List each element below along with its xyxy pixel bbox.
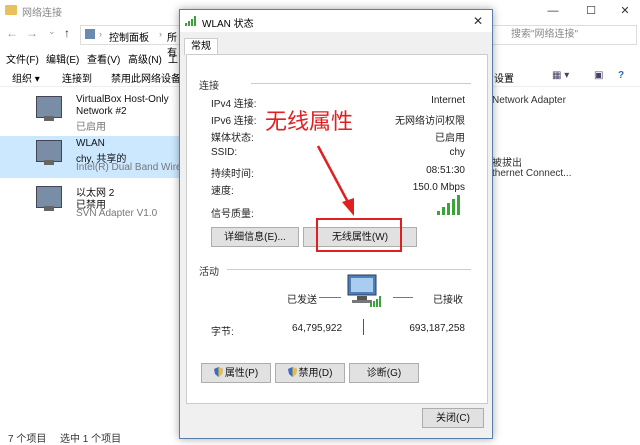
address-input[interactable]: › 控制面板 › 所有 (80, 25, 182, 59)
ipv6-value: 无网络访问权限 (395, 116, 465, 127)
signal-bar (452, 199, 455, 215)
signal-bar (442, 207, 445, 215)
signal-bar (457, 195, 460, 215)
network-computer-icon (347, 274, 381, 307)
tab-general[interactable]: 常规 (184, 38, 218, 55)
media-state-label: 媒体状态: (211, 133, 254, 144)
folder-icon (5, 5, 17, 15)
adapter-ethernet2[interactable]: 以太网 2 已禁用 SVN Adapter V1.0 (0, 182, 185, 224)
maximize-button[interactable]: ☐ (578, 2, 604, 20)
adapter-virtualbox[interactable]: VirtualBox Host-Only Network #2 已启用 (0, 92, 185, 134)
settings-button[interactable]: 设置 (494, 70, 514, 85)
shield-icon (287, 367, 297, 377)
adapter-wlan[interactable]: WLAN chy, 共享的 Intel(R) Dual Band Wirel (0, 136, 185, 178)
connect-button[interactable]: 连接到 (62, 70, 92, 85)
sent-label: 已发送 (287, 295, 317, 306)
connection-header: 连接 (199, 81, 219, 92)
adapter-description: thernet Connect... (492, 168, 572, 179)
search-input[interactable]: 搜索"网络连接" (490, 25, 637, 45)
bytes-sent-value: 64,795,922 (292, 323, 343, 334)
close-button[interactable]: ✕ (612, 2, 638, 20)
disable-device-button[interactable]: 禁用此网络设备 (111, 70, 181, 85)
duration-value: 08:51:30 (426, 165, 465, 176)
back-icon[interactable]: ← (6, 26, 18, 40)
bytes-received-value: 693,187,258 (409, 323, 465, 334)
signal-bar (447, 203, 450, 215)
view-options-icon[interactable]: ▦ ▾ (552, 70, 569, 81)
close-icon[interactable]: ✕ (470, 13, 486, 29)
dialog-titlebar: WLAN 状态 ✕ (180, 10, 492, 32)
details-button[interactable]: 详细信息(E)... (211, 227, 299, 247)
menu-tools[interactable]: 工 (168, 51, 178, 66)
menu-file[interactable]: 文件(F) (6, 51, 39, 66)
annotation-label: 无线属性 (265, 109, 354, 134)
disable-button[interactable]: 禁用(D) (275, 363, 345, 383)
menu-edit[interactable]: 编辑(E) (46, 51, 79, 66)
selected-count: 选中 1 个项目 (60, 434, 122, 445)
network-adapter-icon (36, 186, 62, 208)
adapter-status: 被拔出 (492, 158, 522, 169)
chevron-down-icon[interactable]: ⌄ (48, 26, 56, 37)
diagnose-button[interactable]: 诊断(G) (349, 363, 419, 383)
ssid-value: chy (449, 147, 465, 158)
duration-label: 持续时间: (211, 169, 254, 180)
explorer-title: 网络连接 (22, 8, 62, 19)
minimize-button[interactable]: — (540, 2, 566, 20)
bytes-label: 字节: (211, 327, 234, 338)
organize-button[interactable]: 组织 ▾ (12, 70, 40, 85)
forward-icon[interactable]: → (26, 26, 38, 40)
annotation-arrow-icon (316, 145, 354, 216)
up-icon[interactable]: ↑ (64, 26, 70, 40)
signal-bar (437, 211, 440, 215)
speed-value: 150.0 Mbps (412, 182, 465, 193)
preview-pane-icon[interactable]: ▣ (594, 70, 603, 81)
speed-label: 速度: (211, 186, 234, 197)
menu-advanced[interactable]: 高级(N) (128, 51, 162, 66)
signal-quality-label: 信号质量: (211, 209, 254, 220)
control-panel-icon (85, 29, 95, 39)
ipv4-label: IPv4 连接: (211, 99, 257, 110)
annotation-highlight-box (316, 218, 402, 252)
wifi-adapter-icon (36, 140, 62, 162)
item-count: 7 个项目 (8, 434, 47, 445)
help-icon[interactable]: ? (618, 70, 624, 81)
signal-strength-icon (437, 195, 460, 215)
activity-header: 活动 (199, 267, 219, 278)
ssid-label: SSID: (211, 147, 238, 158)
adapter-description: Network Adapter (492, 95, 566, 106)
ipv4-value: Internet (431, 95, 465, 106)
dialog-title: WLAN 状态 (202, 19, 254, 30)
menu-view[interactable]: 查看(V) (87, 51, 120, 66)
properties-button[interactable]: 属性(P) (201, 363, 271, 383)
ipv6-label: IPv6 连接: (211, 116, 257, 127)
breadcrumb-item[interactable]: 控制面板 (109, 29, 149, 44)
media-state-value: 已启用 (435, 133, 465, 144)
shield-icon (213, 367, 223, 377)
received-label: 已接收 (433, 295, 463, 306)
close-dialog-button[interactable]: 关闭(C) (422, 408, 484, 428)
signal-icon (185, 16, 196, 26)
network-adapter-icon (36, 96, 62, 118)
